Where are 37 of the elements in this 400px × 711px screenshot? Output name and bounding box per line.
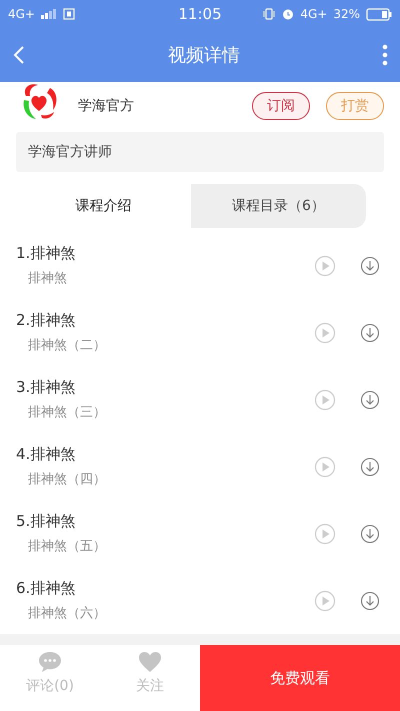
vibrate-icon <box>262 8 276 20</box>
subscribe-button[interactable]: 订阅 <box>252 92 310 120</box>
lesson-subtitle: 排神煞（五） <box>28 538 107 555</box>
status-time: 11:05 <box>178 5 222 23</box>
signal-icon <box>41 9 57 19</box>
lesson-title[interactable]: 3.排神煞 <box>16 378 290 397</box>
watch-free-button[interactable]: 免费观看 <box>200 645 400 711</box>
lesson-title[interactable]: 6.排神煞 <box>16 579 290 598</box>
lesson-subtitle: 排神煞（四） <box>28 471 107 488</box>
download-icon[interactable] <box>360 390 380 410</box>
alarm-icon <box>282 8 294 20</box>
download-icon[interactable] <box>360 524 380 544</box>
chat-icon <box>38 651 62 673</box>
network-label: 4G+ <box>8 7 35 21</box>
lesson-title[interactable]: 1.排神煞 <box>16 244 290 263</box>
lesson-title[interactable]: 4.排神煞 <box>16 445 290 464</box>
lesson-subtitle: 排神煞 <box>28 270 68 287</box>
download-icon[interactable] <box>360 322 380 342</box>
download-icon[interactable] <box>360 590 380 610</box>
download-icon[interactable] <box>360 456 380 476</box>
sim-icon <box>63 8 75 20</box>
more-icon[interactable] <box>382 44 388 66</box>
heart-icon <box>138 651 162 673</box>
back-icon[interactable] <box>12 45 26 65</box>
lesson-subtitle: 排神煞（六） <box>28 605 107 622</box>
page-title: 视频详情 <box>168 44 240 67</box>
battery-icon <box>366 8 392 20</box>
battery-percent: 32% <box>333 7 360 21</box>
description-box: 学海官方讲师 <box>16 132 384 172</box>
tab[interactable]: 课程目录（6） <box>191 184 366 228</box>
lesson-title[interactable]: 2.排神煞 <box>16 311 290 330</box>
lesson-subtitle: 排神煞（二） <box>28 337 107 354</box>
lesson-title[interactable]: 5.排神煞 <box>16 512 290 531</box>
publisher-name: 学海官方 <box>78 97 135 115</box>
download-icon[interactable] <box>360 256 380 276</box>
network-label: 4G+ <box>300 7 328 21</box>
lesson-subtitle: 排神煞（三） <box>28 404 107 421</box>
